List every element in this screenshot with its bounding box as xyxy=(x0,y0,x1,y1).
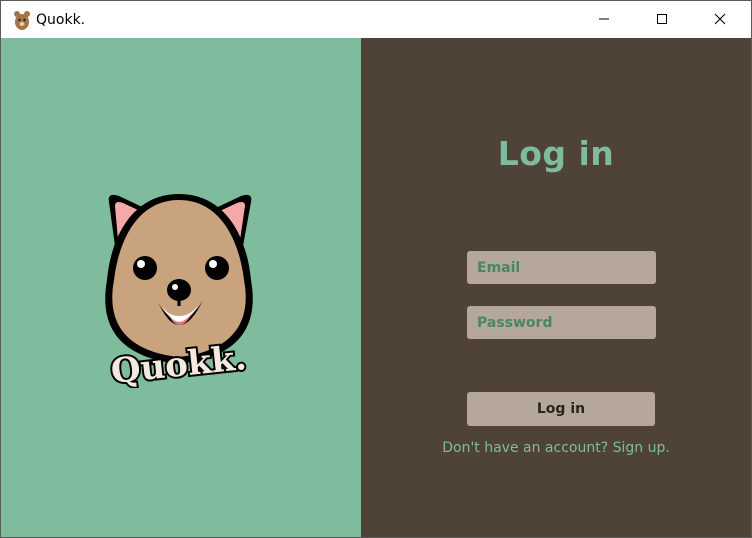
brand-panel: Quokk. xyxy=(1,38,361,537)
login-panel: Log in Log in Don't have an account? Sig… xyxy=(361,38,751,537)
minimize-button[interactable] xyxy=(575,1,633,38)
login-button[interactable]: Log in xyxy=(467,392,655,426)
maximize-button[interactable] xyxy=(633,1,691,38)
login-heading: Log in xyxy=(497,134,615,173)
email-input[interactable] xyxy=(467,251,656,284)
password-input[interactable] xyxy=(467,306,656,339)
maximize-icon xyxy=(656,10,668,29)
close-button[interactable] xyxy=(691,1,749,38)
minimize-icon xyxy=(598,10,610,29)
window-title: Quokk. xyxy=(36,12,86,28)
close-icon xyxy=(714,10,726,29)
quokka-icon xyxy=(11,9,33,31)
signup-link[interactable]: Don't have an account? Sign up. xyxy=(361,440,751,456)
quokka-mascot-logo: Quokk. xyxy=(93,188,265,394)
title-bar[interactable]: Quokk. xyxy=(1,1,751,38)
app-window: Quokk. Quokk. Log in Email Log in Don't … xyxy=(0,0,752,538)
